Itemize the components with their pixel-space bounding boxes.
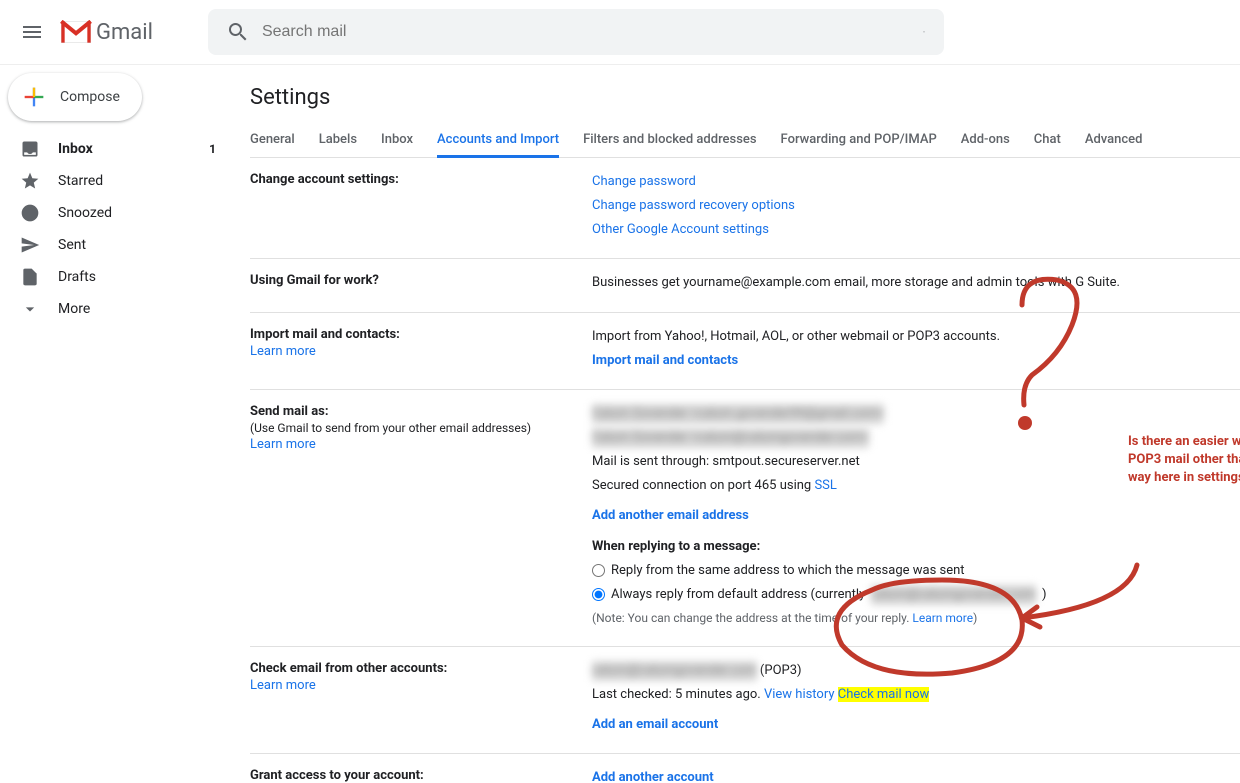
- section-send-as: Send mail as: (Use Gmail to send from yo…: [250, 390, 1240, 647]
- clock-icon: [20, 203, 40, 223]
- reply-title: When replying to a message:: [592, 539, 760, 554]
- plus-icon: [20, 83, 48, 111]
- section-import: Import mail and contacts: Learn more Imp…: [250, 313, 1240, 390]
- section-title: Send mail as:: [250, 404, 592, 419]
- section-grant-access: Grant access to your account: (Allow oth…: [250, 754, 1240, 783]
- redacted-email: Calum Govender <calum@calumgovender.com>: [592, 428, 869, 448]
- nav-snoozed[interactable]: Snoozed: [0, 197, 232, 229]
- app-body: Compose Inbox 1 Starred Snoozed Sent: [0, 65, 1240, 783]
- section-title: Change account settings:: [250, 172, 592, 187]
- section-check-email: Check email from other accounts: Learn m…: [250, 647, 1240, 754]
- section-title: Import mail and contacts:: [250, 327, 592, 342]
- section-change-account: Change account settings: Change password…: [250, 158, 1240, 259]
- reply-option-2[interactable]: Always reply from default address (curre…: [592, 585, 1046, 605]
- settings-tabs: General Labels Inbox Accounts and Import…: [250, 124, 1240, 158]
- tab-labels[interactable]: Labels: [319, 124, 357, 157]
- tab-chat[interactable]: Chat: [1034, 124, 1061, 157]
- main-panel: Settings General Labels Inbox Accounts a…: [232, 65, 1240, 783]
- tab-advanced[interactable]: Advanced: [1085, 124, 1143, 157]
- check-mail-now-link[interactable]: Check mail now: [838, 687, 930, 702]
- add-email-link[interactable]: Add another email address: [592, 508, 749, 523]
- import-text: Import from Yahoo!, Hotmail, AOL, or oth…: [592, 327, 1000, 347]
- add-another-account-link[interactable]: Add another account: [592, 770, 714, 783]
- chevron-down-icon: [20, 299, 40, 319]
- tab-general[interactable]: General: [250, 124, 295, 157]
- learn-more-link[interactable]: Learn more: [250, 678, 316, 693]
- page-title: Settings: [250, 85, 1240, 110]
- mail-through: Mail is sent through: smtpout.secureserv…: [592, 452, 1046, 472]
- compose-label: Compose: [60, 89, 120, 105]
- search-bar[interactable]: [208, 9, 944, 55]
- redacted-email: calum@calumgovender.com: [592, 661, 757, 681]
- search-options-button[interactable]: [912, 20, 936, 44]
- tab-addons[interactable]: Add-ons: [961, 124, 1010, 157]
- learn-more-link[interactable]: Learn more: [250, 437, 316, 452]
- redacted-email: calum@calumgovender.com: [871, 585, 1036, 605]
- tab-inbox[interactable]: Inbox: [381, 124, 413, 157]
- section-sub: (Use Gmail to send from your other email…: [250, 421, 592, 435]
- sidebar: Compose Inbox 1 Starred Snoozed Sent: [0, 65, 232, 783]
- section-gmail-work: Using Gmail for work? Businesses get you…: [250, 259, 1240, 312]
- tab-forwarding[interactable]: Forwarding and POP/IMAP: [781, 124, 937, 157]
- gmail-logo-icon: [60, 20, 92, 44]
- caret-down-icon: [922, 23, 926, 41]
- change-password-link[interactable]: Change password: [592, 174, 696, 189]
- tab-filters[interactable]: Filters and blocked addresses: [583, 124, 756, 157]
- hamburger-menu-button[interactable]: [8, 8, 56, 56]
- learn-more-link[interactable]: Learn more: [912, 611, 973, 625]
- ssl-link[interactable]: SSL: [814, 478, 836, 493]
- send-icon: [20, 235, 40, 255]
- nav-list: Inbox 1 Starred Snoozed Sent Drafts M: [0, 133, 232, 325]
- gmail-logo[interactable]: Gmail: [60, 20, 153, 45]
- nav-inbox[interactable]: Inbox 1: [0, 133, 232, 165]
- star-icon: [20, 171, 40, 191]
- learn-more-link[interactable]: Learn more: [250, 344, 316, 359]
- inbox-icon: [20, 139, 40, 159]
- section-title: Check email from other accounts:: [250, 661, 592, 676]
- nav-starred[interactable]: Starred: [0, 165, 232, 197]
- section-title: Using Gmail for work?: [250, 273, 592, 288]
- annotation-text: Is there an easier way to ask gmail to c…: [1128, 433, 1240, 488]
- gsuite-text: Businesses get yourname@example.com emai…: [592, 273, 1120, 293]
- logo-text: Gmail: [96, 20, 153, 45]
- add-account-link[interactable]: Add an email account: [592, 717, 718, 732]
- search-input[interactable]: [260, 22, 912, 42]
- tab-accounts-import[interactable]: Accounts and Import: [437, 124, 559, 158]
- radio-input[interactable]: [592, 564, 605, 577]
- app-header: Gmail: [0, 0, 1240, 65]
- inbox-count: 1: [209, 142, 216, 156]
- nav-sent[interactable]: Sent: [0, 229, 232, 261]
- other-settings-link[interactable]: Other Google Account settings: [592, 222, 769, 237]
- compose-button[interactable]: Compose: [8, 73, 142, 121]
- recovery-options-link[interactable]: Change password recovery options: [592, 198, 795, 213]
- radio-input[interactable]: [592, 588, 605, 601]
- file-icon: [20, 267, 40, 287]
- reply-option-1[interactable]: Reply from the same address to which the…: [592, 561, 1046, 581]
- redacted-email: Calum Govender <calum.govender99@gmail.c…: [592, 404, 884, 424]
- search-icon: [226, 20, 250, 44]
- nav-drafts[interactable]: Drafts: [0, 261, 232, 293]
- hamburger-icon: [20, 20, 44, 44]
- view-history-link[interactable]: View history: [764, 687, 835, 702]
- import-contacts-link[interactable]: Import mail and contacts: [592, 353, 738, 368]
- section-title: Grant access to your account:: [250, 768, 592, 783]
- nav-more[interactable]: More: [0, 293, 232, 325]
